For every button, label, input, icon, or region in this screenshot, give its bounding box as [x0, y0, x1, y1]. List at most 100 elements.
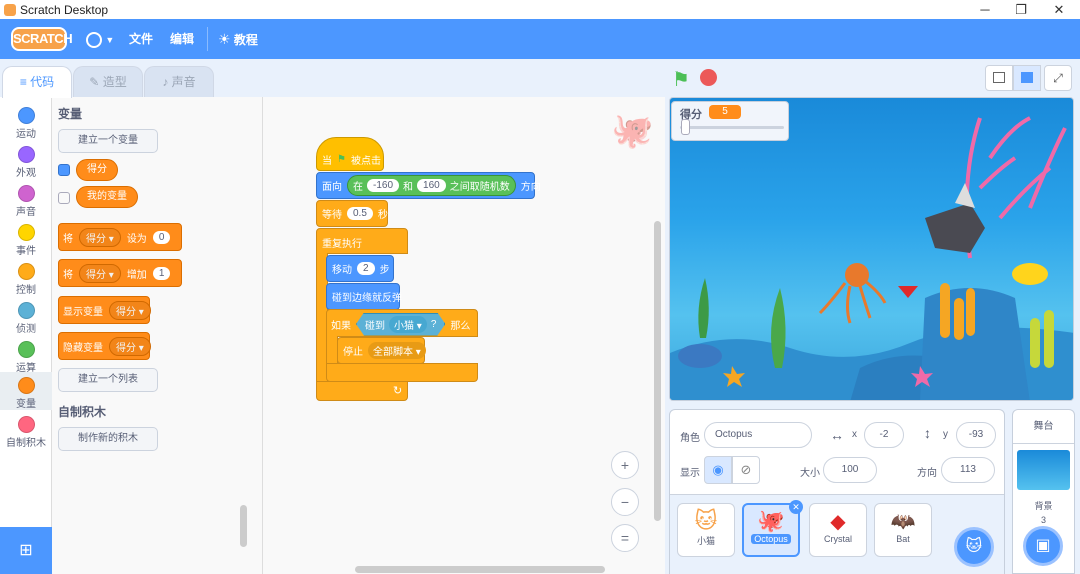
- myvar-checkbox[interactable]: [58, 192, 70, 204]
- sprite-tile-cat[interactable]: 🐱 小猫: [677, 503, 735, 557]
- tab-sounds[interactable]: ♪ 声音: [144, 66, 214, 97]
- wait-input[interactable]: 0.5: [347, 207, 373, 220]
- close-button[interactable]: ✕: [1040, 0, 1078, 19]
- point-direction-block[interactable]: 面向 在 -160 和 160 之间取随机数 方向: [316, 172, 541, 199]
- zoom-out-button[interactable]: −: [611, 488, 639, 516]
- make-block-button[interactable]: 制作新的积木: [58, 427, 158, 451]
- size-input[interactable]: 100: [823, 457, 877, 483]
- delete-sprite-icon[interactable]: ✕: [789, 500, 803, 514]
- tab-costumes[interactable]: ✎ 造型: [73, 66, 143, 97]
- zoom-reset-button[interactable]: =: [611, 524, 639, 552]
- editor-tabs: ≡ 代码 ✎ 造型 ♪ 声音: [0, 59, 665, 98]
- myblocks-section-title: 自制积木: [58, 405, 107, 419]
- choose-backdrop-button[interactable]: ▣: [1023, 526, 1063, 566]
- language-menu[interactable]: ▼: [86, 19, 114, 59]
- category-motion[interactable]: 运动: [0, 102, 52, 140]
- change-variable-block[interactable]: 将 得分 ▾ 增加 1: [58, 259, 182, 287]
- sprite-tile-bat[interactable]: 🦇 Bat: [874, 503, 932, 557]
- category-sound[interactable]: 声音: [0, 180, 52, 218]
- normal-stage-button[interactable]: [1013, 65, 1041, 91]
- variables-dot-icon: [17, 377, 35, 394]
- fullscreen-button[interactable]: ⤢: [1044, 65, 1072, 91]
- random-operator[interactable]: 在 -160 和 160 之间取随机数: [347, 175, 516, 196]
- set-variable-block[interactable]: 将 得分 ▾ 设为 0: [58, 223, 182, 251]
- show-variable-block[interactable]: 显示变量 得分 ▾: [58, 296, 151, 324]
- touching-condition[interactable]: 碰到 小猫 ▾ ?: [356, 313, 445, 336]
- touch-target-dropdown[interactable]: 小猫 ▾: [389, 316, 427, 333]
- monitor-slider-thumb[interactable]: [681, 119, 690, 135]
- sprite-tile-label: Octopus: [751, 534, 791, 544]
- category-events[interactable]: 事件: [0, 219, 52, 257]
- tutorials-menu[interactable]: ☀ 教程: [218, 19, 258, 59]
- bounce-block[interactable]: 碰到边缘就反弹: [326, 283, 402, 310]
- stage-selector[interactable]: 舞台 背景 3 ▣: [1012, 409, 1075, 574]
- move-input[interactable]: 2: [357, 262, 375, 275]
- random-to-input[interactable]: 160: [417, 179, 446, 192]
- workspace-h-scrollbar[interactable]: [355, 566, 605, 573]
- score-reporter[interactable]: 得分: [76, 159, 118, 181]
- eye-slash-icon: ⊘: [740, 462, 752, 477]
- stop-option-dropdown[interactable]: 全部脚本 ▾: [368, 342, 426, 359]
- palette-scrollbar[interactable]: [240, 505, 247, 547]
- myvar-reporter[interactable]: 我的变量: [76, 186, 138, 208]
- y-input[interactable]: -93: [956, 422, 996, 448]
- category-label: 自制积木: [6, 438, 46, 449]
- stop-button[interactable]: [700, 69, 717, 86]
- stage-canvas[interactable]: [669, 97, 1074, 401]
- tab-code[interactable]: ≡ 代码: [2, 66, 72, 98]
- monitor-slider-track[interactable]: [680, 126, 784, 129]
- sprite-tile-crystal[interactable]: ◆ Crystal: [809, 503, 867, 557]
- edit-menu[interactable]: 编辑: [170, 19, 194, 59]
- brush-icon: ✎: [89, 75, 100, 89]
- small-stage-button[interactable]: [985, 65, 1013, 91]
- code-workspace[interactable]: 🐙 当 ⚑ 被点击 面向 在 -160 和 160 之间取随机数 方向 等待 0…: [263, 97, 665, 574]
- add-extension-button[interactable]: ⊞: [0, 527, 52, 574]
- when-flag-clicked-block[interactable]: 当 ⚑ 被点击: [316, 137, 384, 171]
- wait-block[interactable]: 等待 0.5 秒: [316, 200, 388, 227]
- make-list-button[interactable]: 建立一个列表: [58, 368, 158, 392]
- choose-sprite-button[interactable]: 🐱: [954, 527, 994, 567]
- forever-label: 重复执行: [322, 239, 362, 250]
- category-myblocks[interactable]: 自制积木: [0, 411, 52, 449]
- random-from-input[interactable]: -160: [367, 179, 400, 192]
- set-var-dropdown[interactable]: 得分 ▾: [79, 227, 121, 247]
- myblocks-dot-icon: [17, 416, 35, 433]
- sprite-tile-octopus[interactable]: 🐙 Octopus ✕: [742, 500, 803, 557]
- change-var-dropdown[interactable]: 得分 ▾: [79, 263, 121, 283]
- minimize-button[interactable]: ─: [966, 0, 1004, 19]
- move-unit-label: 步: [379, 265, 390, 276]
- make-variable-button[interactable]: 建立一个变量: [58, 129, 158, 153]
- category-control[interactable]: 控制: [0, 258, 52, 296]
- stop-block[interactable]: 停止 全部脚本 ▾: [337, 337, 426, 364]
- direction-input[interactable]: 113: [941, 457, 995, 483]
- category-looks[interactable]: 外观: [0, 141, 52, 179]
- if-then-block[interactable]: 如果 碰到 小猫 ▾ ? 那么: [326, 309, 478, 337]
- set-value-input[interactable]: 0: [152, 230, 171, 244]
- score-monitor[interactable]: 得分 5: [671, 101, 789, 141]
- maximize-button[interactable]: ❐: [1002, 0, 1040, 19]
- show-sprite-button[interactable]: ◉: [704, 456, 732, 484]
- x-input[interactable]: -2: [864, 422, 904, 448]
- hide-sprite-button[interactable]: ⊘: [732, 456, 760, 484]
- show-var-dropdown[interactable]: 得分 ▾: [109, 300, 151, 320]
- score-checkbox[interactable]: [58, 164, 70, 176]
- move-steps-block[interactable]: 移动 2 步: [326, 255, 394, 282]
- change-value-input[interactable]: 1: [152, 266, 171, 280]
- forever-block[interactable]: 重复执行: [316, 228, 408, 254]
- green-flag-button[interactable]: ⚑: [672, 67, 690, 92]
- change-label: 将: [63, 269, 73, 281]
- green-coral: [1044, 310, 1054, 368]
- hide-var-dropdown[interactable]: 得分 ▾: [109, 336, 151, 356]
- category-operators[interactable]: 运算: [0, 336, 52, 374]
- category-sensing[interactable]: 侦测: [0, 297, 52, 335]
- hide-variable-block[interactable]: 隐藏变量 得分 ▾: [58, 332, 151, 360]
- menu-divider: [207, 27, 208, 51]
- category-variables[interactable]: 变量: [0, 372, 52, 410]
- zoom-in-button[interactable]: +: [611, 451, 639, 479]
- sprite-name-input[interactable]: Octopus: [704, 422, 812, 448]
- scratch-logo[interactable]: SCRATCH: [11, 27, 73, 51]
- sensing-dot-icon: [17, 302, 35, 319]
- file-menu[interactable]: 文件: [129, 19, 153, 59]
- workspace-v-scrollbar[interactable]: [654, 221, 661, 521]
- eye-icon: ◉: [712, 462, 724, 477]
